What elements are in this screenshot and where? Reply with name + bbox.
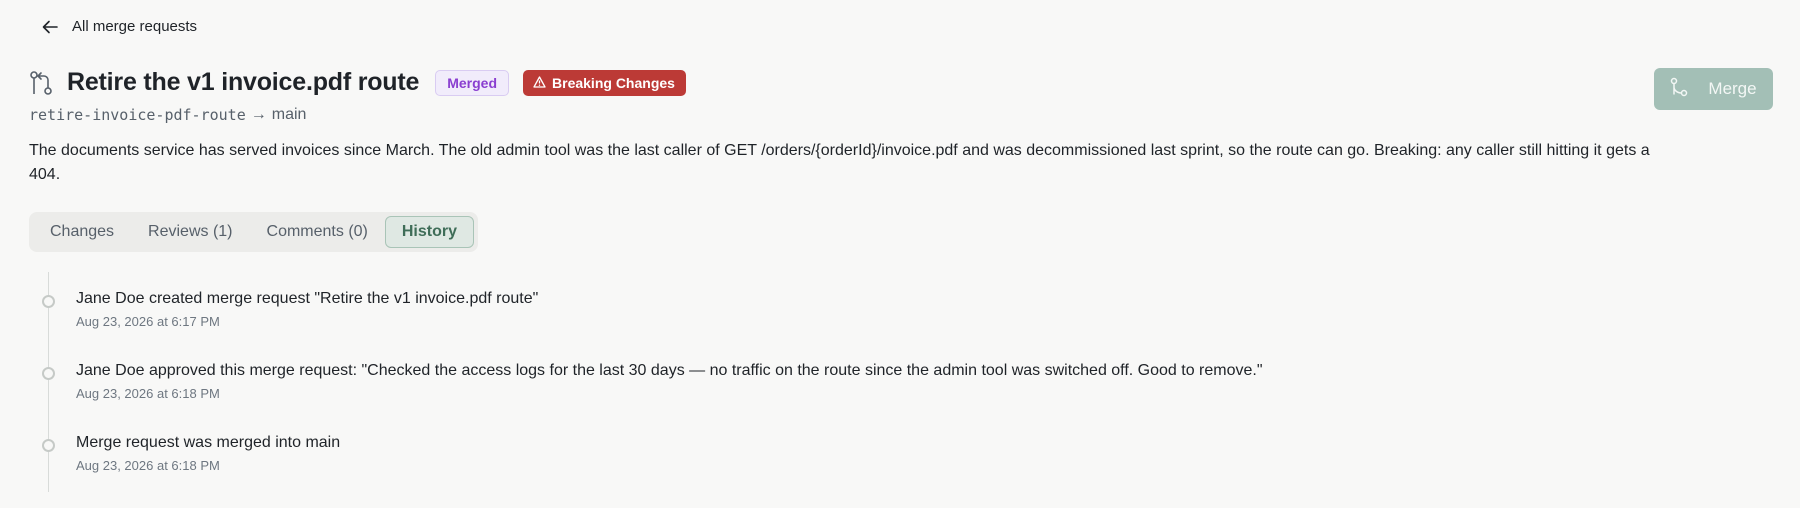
merge-button[interactable]: Merge [1654,68,1773,110]
merge-request-icon [29,70,53,96]
event-time: Aug 23, 2026 at 6:18 PM [76,386,220,401]
target-branch: main [271,106,307,123]
merge-icon [1670,77,1688,102]
tab-history[interactable]: History [384,216,474,248]
page-title: Retire the v1 invoice.pdf route [67,68,420,96]
status-badge: Merged [435,69,510,96]
branch-info: retire-invoice-pdf-route → main [29,106,306,124]
event-time: Aug 23, 2026 at 6:18 PM [76,458,220,473]
event-text: Jane Doe created merge request "Retire t… [76,290,539,307]
history-timeline: Jane Doe created merge request "Retire t… [29,272,1429,508]
event-time: Aug 23, 2026 at 6:17 PM [76,314,220,329]
tab-reviews[interactable]: Reviews (1) [131,216,249,248]
merge-button-label: Merge [1708,79,1757,98]
arrow-left-icon [42,20,58,34]
mr-header: Retire the v1 invoice.pdf route Merged B… [29,68,686,97]
timeline-dot-icon [42,295,55,308]
breaking-badge-label: Breaking Changes [552,74,675,91]
tab-changes[interactable]: Changes [33,216,131,248]
tab-comments[interactable]: Comments (0) [250,216,385,248]
mr-description: The documents service has served invoice… [29,142,1650,183]
back-link-label: All merge requests [72,18,198,35]
source-branch: retire-invoice-pdf-route [29,106,246,124]
tab-bar: Changes Reviews (1) Comments (0) History [29,212,478,252]
warning-triangle-icon [533,75,546,91]
timeline-dot-icon [42,367,55,380]
event-text: Jane Doe approved this merge request: "C… [76,362,1263,379]
branch-arrow-icon: → [250,106,267,123]
timeline-dot-icon [42,439,55,452]
event-text: Merge request was merged into main [76,434,341,451]
back-link[interactable]: All merge requests [42,18,197,35]
breaking-changes-badge: Breaking Changes [523,69,686,96]
